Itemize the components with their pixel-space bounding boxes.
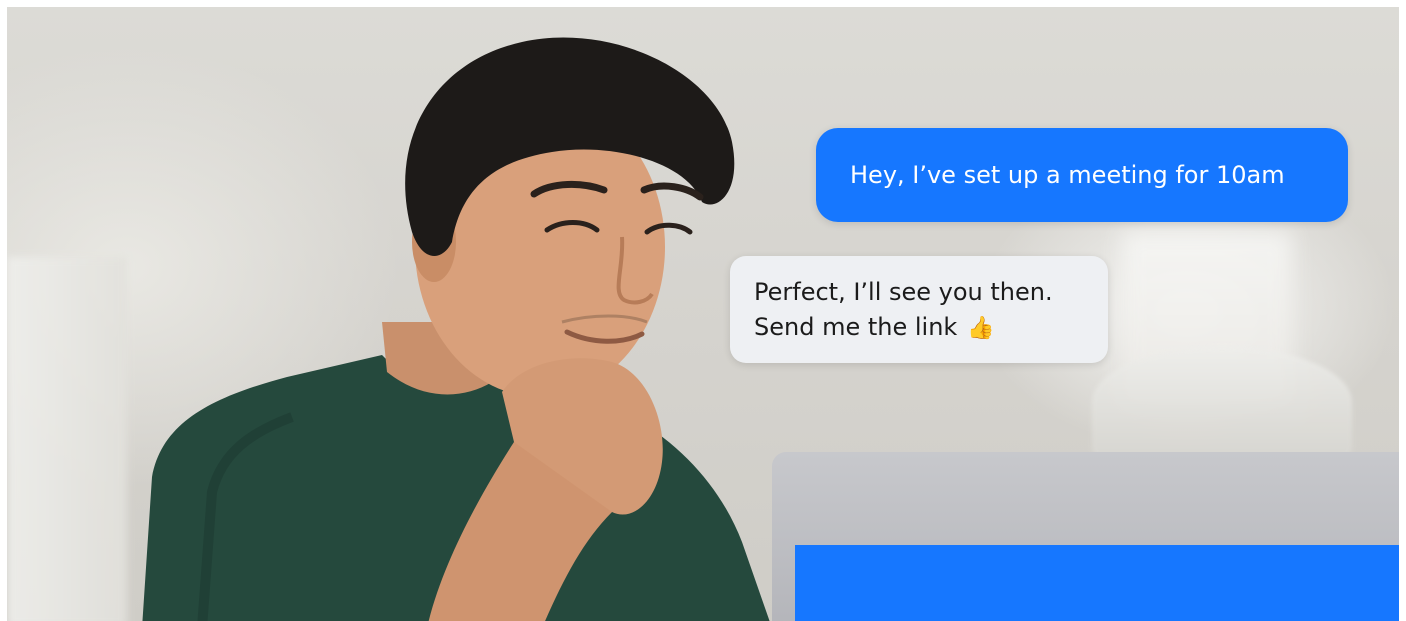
outgoing-message-bubble: Hey, I’ve set up a meeting for 10am	[816, 128, 1348, 222]
incoming-message-line-2: Send me the link	[754, 313, 958, 341]
outgoing-message-text: Hey, I’ve set up a meeting for 10am	[850, 161, 1285, 189]
incoming-message-line-1: Perfect, I’ll see you then.	[754, 278, 1053, 306]
lamp	[1092, 347, 1352, 457]
hero-image: Hey, I’ve set up a meeting for 10am Perf…	[0, 0, 1406, 621]
man-at-laptop	[142, 37, 770, 621]
curtain	[7, 257, 127, 621]
background-photo	[7, 7, 1399, 621]
incoming-message-bubble: Perfect, I’ll see you then. Send me the …	[730, 256, 1108, 363]
thumbs-up-icon: 👍	[967, 316, 995, 341]
brand-bar	[795, 545, 1399, 621]
